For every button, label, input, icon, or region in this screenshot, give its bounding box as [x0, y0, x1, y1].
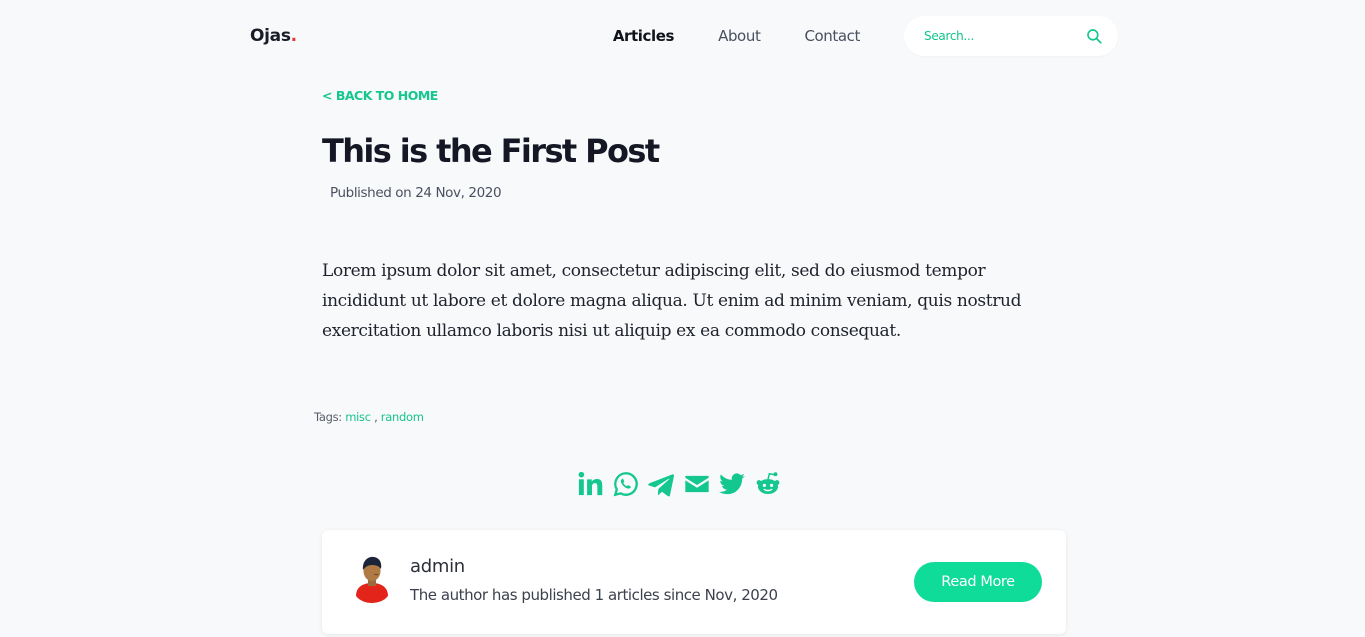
avatar — [356, 556, 388, 603]
linkedin-icon — [578, 471, 603, 496]
author-card: admin The author has published 1 article… — [322, 530, 1066, 634]
back-to-home-link[interactable]: < BACK TO HOME — [322, 88, 438, 103]
search-box — [904, 16, 1118, 56]
search-icon[interactable] — [1085, 27, 1103, 45]
nav-contact[interactable]: Contact — [804, 27, 860, 45]
tag-separator: , — [370, 410, 381, 424]
tag-misc[interactable]: misc — [345, 410, 371, 424]
brand-dot: . — [290, 26, 297, 46]
twitter-icon — [719, 473, 745, 495]
post-tags: Tags: misc , random — [314, 410, 424, 424]
post-title: This is the First Post — [322, 132, 660, 170]
brand-name: Ojas — [250, 26, 291, 46]
reddit-icon — [756, 472, 779, 495]
share-twitter-button[interactable] — [718, 470, 746, 498]
read-more-button[interactable]: Read More — [914, 562, 1042, 602]
search-input[interactable] — [924, 29, 1085, 43]
main-nav: Articles About Contact — [613, 16, 1118, 56]
nav-about[interactable]: About — [718, 27, 761, 45]
nav-articles[interactable]: Articles — [613, 27, 675, 45]
author-info: The author has published 1 articles sinc… — [410, 586, 778, 604]
telegram-icon — [648, 474, 675, 497]
brand-logo[interactable]: Ojas. — [250, 26, 297, 46]
published-date: Published on 24 Nov, 2020 — [330, 185, 502, 201]
tag-random[interactable]: random — [381, 410, 424, 424]
share-buttons — [576, 470, 789, 498]
share-reddit-button[interactable] — [754, 470, 782, 498]
share-linkedin-button[interactable] — [576, 470, 604, 498]
share-whatsapp-button[interactable] — [612, 470, 640, 498]
share-telegram-button[interactable] — [647, 470, 675, 498]
tags-label: Tags: — [314, 410, 342, 424]
share-email-button[interactable] — [683, 470, 711, 498]
site-header: Ojas. Articles About Contact — [250, 16, 1118, 56]
author-name: admin — [410, 556, 465, 577]
email-icon — [684, 475, 709, 493]
post-body: Lorem ipsum dolor sit amet, consectetur … — [322, 261, 1022, 341]
whatsapp-icon — [613, 472, 638, 497]
